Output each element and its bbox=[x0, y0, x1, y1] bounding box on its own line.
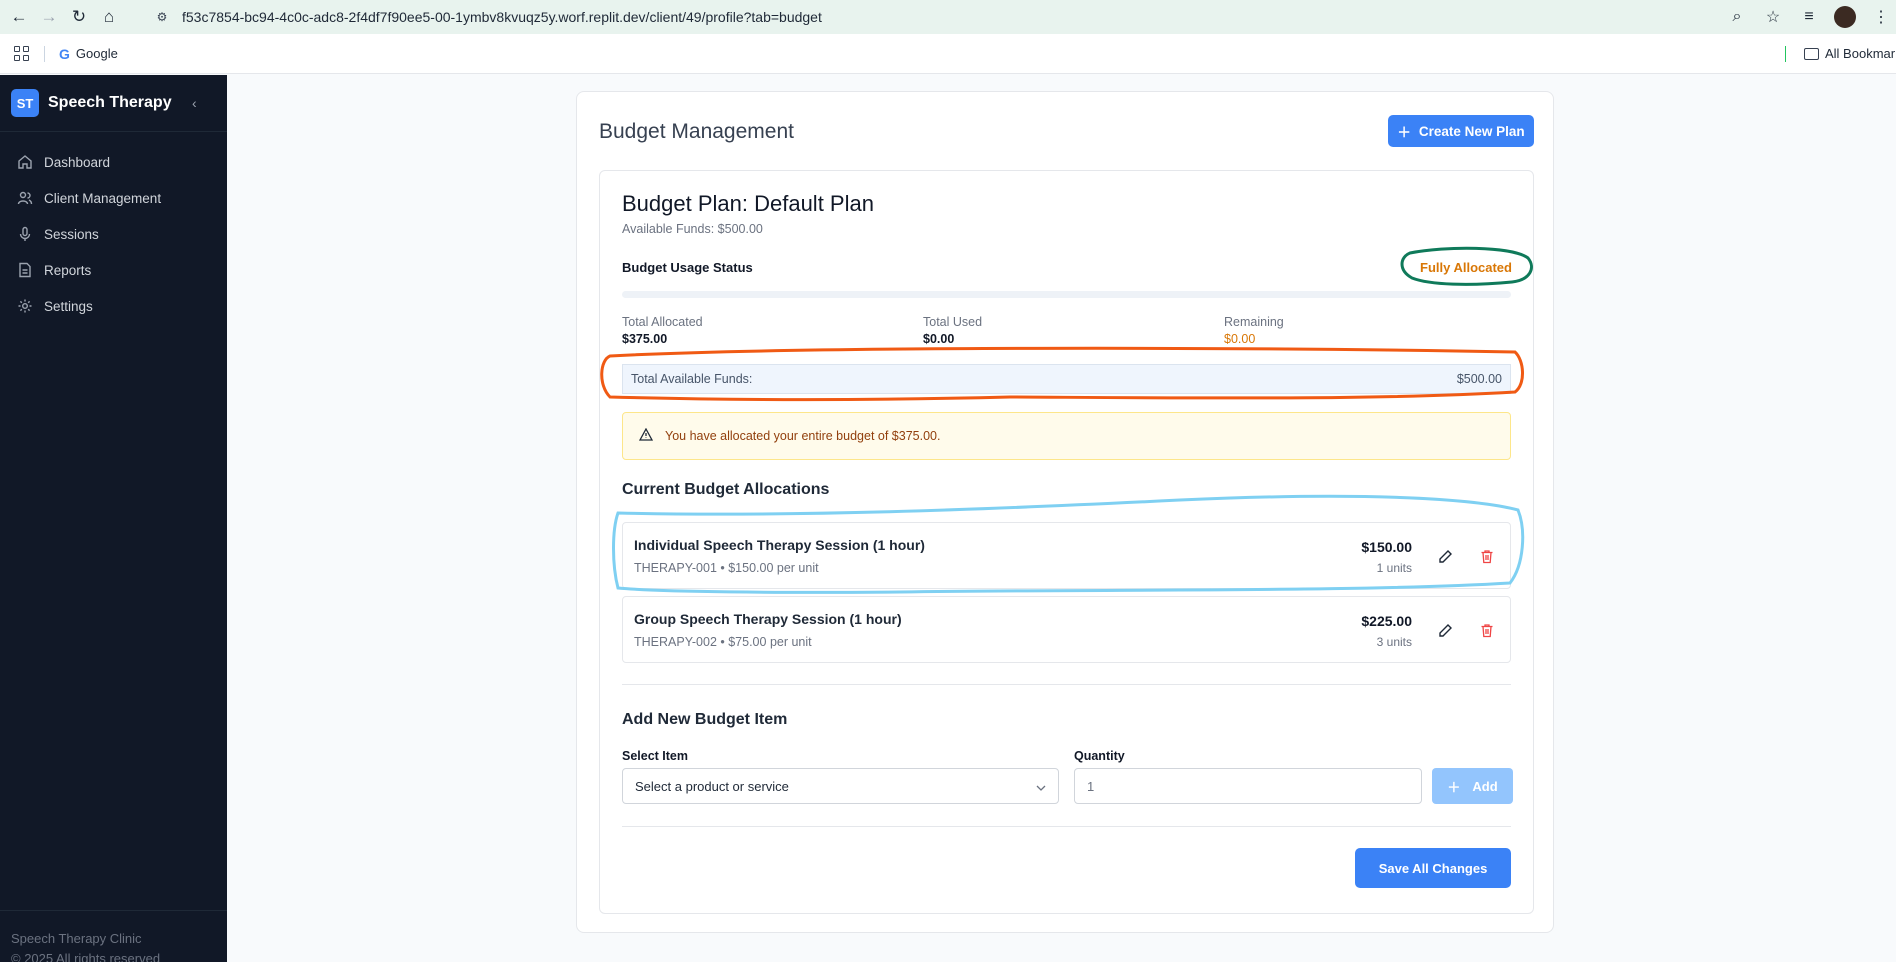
all-bookmarks-label: All Bookmarks bbox=[1825, 46, 1896, 61]
site-info-icon[interactable]: ⚙ bbox=[154, 9, 170, 25]
allocation-units: 1 units bbox=[1376, 561, 1412, 575]
reload-icon[interactable]: ↻ bbox=[64, 2, 94, 32]
chevron-down-icon bbox=[1036, 779, 1046, 794]
add-label: Add bbox=[1472, 778, 1498, 794]
sidebar-item-settings[interactable]: Settings bbox=[0, 288, 227, 324]
all-bookmarks[interactable]: All Bookmarks bbox=[1804, 46, 1896, 61]
select-item-label: Select Item bbox=[622, 749, 689, 763]
sidebar-item-sessions[interactable]: Sessions bbox=[0, 216, 227, 252]
stat-value: $0.00 bbox=[1224, 332, 1256, 346]
profile-avatar[interactable] bbox=[1830, 2, 1860, 32]
bookmark-google[interactable]: Google bbox=[76, 46, 118, 61]
allocation-units: 3 units bbox=[1376, 635, 1412, 649]
chevron-left-icon[interactable]: ‹ bbox=[192, 95, 197, 111]
sidebar-item-client-management[interactable]: Client Management bbox=[0, 180, 227, 216]
gear-icon bbox=[16, 297, 34, 315]
stat-value: $375.00 bbox=[622, 332, 668, 346]
allocation-amount: $150.00 bbox=[1361, 539, 1412, 555]
bookmark-separator bbox=[44, 45, 45, 62]
sidebar-item-label: Client Management bbox=[44, 190, 162, 206]
browser-toolbar: ← → ↻ ⌂ ⚙ f53c7854-bc94-4c0c-adc8-2f4df7… bbox=[0, 0, 1896, 34]
trash-icon[interactable] bbox=[1478, 547, 1496, 565]
stat-label: Remaining bbox=[1224, 315, 1284, 329]
menu-icon[interactable]: ⋮ bbox=[1866, 2, 1896, 32]
plan-available-funds: Available Funds: $500.00 bbox=[622, 222, 763, 236]
sidebar-item-label: Sessions bbox=[44, 226, 99, 242]
allocation-details: THERAPY-001 • $150.00 per unit bbox=[634, 561, 819, 575]
sidebar-footer: Speech Therapy Clinic © 2025 All rights … bbox=[0, 910, 227, 962]
sidebar-header: ST Speech Therapy ‹ bbox=[0, 75, 227, 132]
warning-icon bbox=[638, 427, 654, 444]
users-icon bbox=[16, 189, 34, 207]
sidebar-item-label: Dashboard bbox=[44, 154, 111, 170]
bookmark-divider bbox=[1785, 46, 1786, 62]
allocation-amount: $225.00 bbox=[1361, 613, 1412, 629]
allocation-name: Group Speech Therapy Session (1 hour) bbox=[634, 611, 902, 627]
budget-alert: You have allocated your entire budget of… bbox=[622, 412, 1511, 460]
budget-plan-card: Budget Plan: Default Plan Available Fund… bbox=[599, 170, 1534, 914]
star-icon[interactable]: ☆ bbox=[1758, 2, 1788, 32]
apps-icon[interactable] bbox=[14, 45, 30, 62]
sidebar-item-dashboard[interactable]: Dashboard bbox=[0, 144, 227, 180]
reading-list-icon[interactable]: ≡ bbox=[1794, 2, 1824, 32]
home-icon bbox=[16, 153, 34, 171]
plus-icon: ＋ bbox=[1447, 779, 1461, 795]
total-available-value: $500.00 bbox=[1456, 372, 1502, 386]
footer-clinic: Speech Therapy Clinic bbox=[11, 931, 142, 946]
microphone-icon bbox=[16, 225, 34, 243]
footer-copyright: © 2025 All rights reserved bbox=[11, 951, 161, 962]
plus-icon: ＋ bbox=[1397, 125, 1411, 140]
quantity-input[interactable] bbox=[1074, 768, 1422, 804]
quantity-label: Quantity bbox=[1074, 749, 1125, 763]
app-title: Speech Therapy bbox=[48, 94, 172, 111]
divider bbox=[622, 826, 1511, 827]
sidebar-item-reports[interactable]: Reports bbox=[0, 252, 227, 288]
trash-icon[interactable] bbox=[1478, 621, 1496, 639]
forward-icon[interactable]: → bbox=[34, 2, 64, 32]
select-value: Select a product or service bbox=[635, 778, 789, 794]
back-icon[interactable]: ← bbox=[4, 2, 34, 32]
url-text: f53c7854-bc94-4c0c-adc8-2f4df7f90ee5-00-… bbox=[182, 9, 822, 25]
allocation-details: THERAPY-002 • $75.00 per unit bbox=[634, 635, 812, 649]
total-available-funds: Total Available Funds: $500.00 bbox=[622, 364, 1511, 394]
allocation-row: Group Speech Therapy Session (1 hour) TH… bbox=[622, 596, 1511, 663]
address-bar[interactable]: ⚙ f53c7854-bc94-4c0c-adc8-2f4df7f90ee5-0… bbox=[154, 3, 1794, 31]
stat-label: Total Allocated bbox=[622, 315, 703, 329]
usage-status-label: Budget Usage Status bbox=[622, 260, 753, 275]
allocation-name: Individual Speech Therapy Session (1 hou… bbox=[634, 537, 925, 553]
document-icon bbox=[16, 261, 34, 279]
add-item-title: Add New Budget Item bbox=[622, 711, 788, 728]
sidebar-item-label: Settings bbox=[44, 298, 93, 314]
page-title: Budget Management bbox=[599, 120, 794, 143]
budget-management-card: Budget Management ＋ Create New Plan Budg… bbox=[576, 91, 1554, 933]
stat-value: $0.00 bbox=[923, 332, 955, 346]
pencil-icon[interactable] bbox=[1436, 547, 1454, 565]
bookmarks-bar: G Google All Bookmarks bbox=[0, 34, 1896, 74]
create-plan-label: Create New Plan bbox=[1418, 123, 1525, 139]
allocation-row: Individual Speech Therapy Session (1 hou… bbox=[622, 522, 1511, 589]
sidebar: ST Speech Therapy ‹ Dashboard Client Man… bbox=[0, 75, 227, 962]
add-item-button[interactable]: ＋ Add bbox=[1432, 768, 1513, 804]
product-select[interactable]: Select a product or service bbox=[622, 768, 1059, 804]
folder-icon bbox=[1804, 47, 1819, 60]
status-badge: Fully Allocated bbox=[1420, 260, 1512, 275]
zoom-icon[interactable]: ⌕ bbox=[1722, 2, 1752, 32]
allocations-title: Current Budget Allocations bbox=[622, 481, 830, 498]
divider bbox=[622, 684, 1511, 685]
app-logo: ST bbox=[11, 89, 39, 117]
stat-label: Total Used bbox=[923, 315, 983, 329]
create-plan-button[interactable]: ＋ Create New Plan bbox=[1388, 115, 1534, 147]
google-icon: G bbox=[59, 45, 70, 62]
budget-progress-bar bbox=[622, 291, 1511, 298]
pencil-icon[interactable] bbox=[1436, 621, 1454, 639]
stat-total-used: Total Used $0.00 bbox=[923, 315, 982, 346]
sidebar-item-label: Reports bbox=[44, 262, 92, 278]
stat-remaining: Remaining $0.00 bbox=[1224, 315, 1284, 346]
stat-total-allocated: Total Allocated $375.00 bbox=[622, 315, 703, 346]
save-all-button[interactable]: Save All Changes bbox=[1355, 848, 1511, 888]
plan-title: Budget Plan: Default Plan bbox=[622, 191, 874, 216]
home-icon[interactable]: ⌂ bbox=[94, 2, 124, 32]
alert-text: You have allocated your entire budget of… bbox=[665, 429, 941, 443]
total-available-label: Total Available Funds: bbox=[631, 372, 753, 386]
